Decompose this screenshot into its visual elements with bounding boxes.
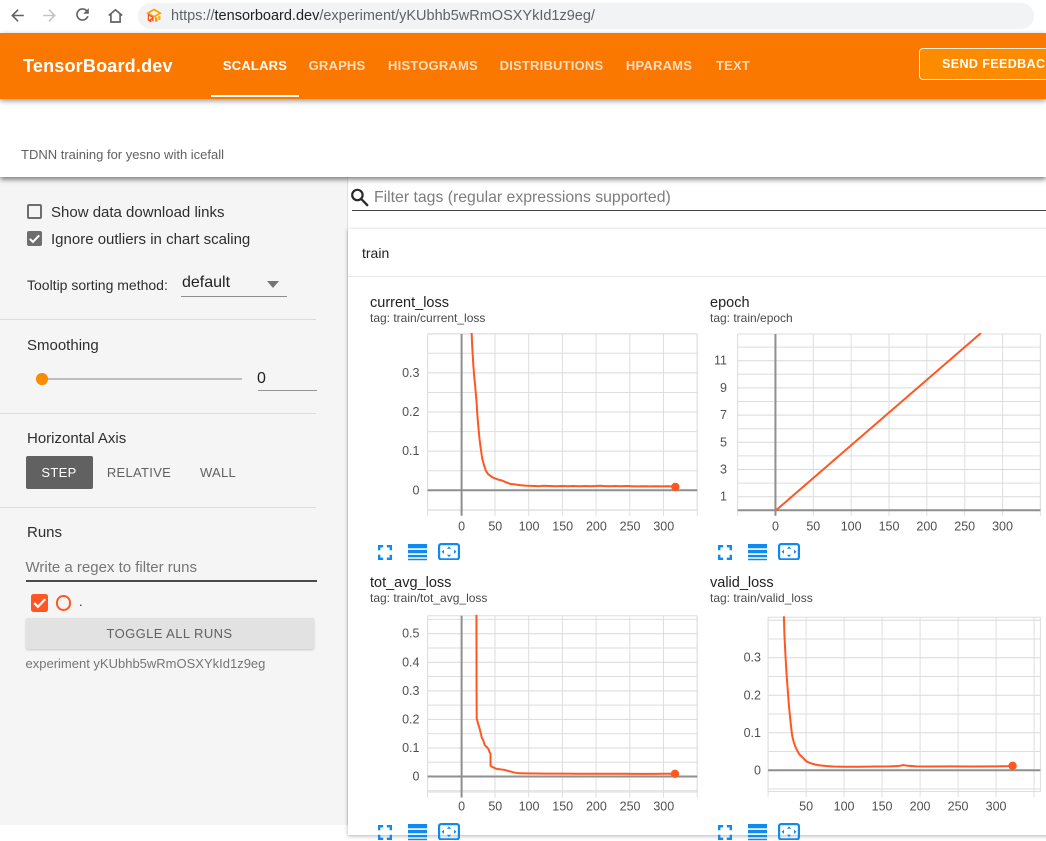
svg-text:50: 50 [799, 800, 813, 814]
svg-text:0.2: 0.2 [402, 405, 419, 419]
svg-text:0.1: 0.1 [744, 726, 761, 740]
svg-text:100: 100 [519, 519, 540, 533]
svg-text:0: 0 [413, 770, 420, 784]
svg-text:250: 250 [954, 519, 975, 533]
svg-text:200: 200 [910, 800, 931, 814]
svg-text:100: 100 [519, 800, 540, 814]
svg-text:0.2: 0.2 [402, 712, 419, 726]
svg-text:150: 150 [872, 800, 893, 814]
svg-text:0.2: 0.2 [744, 688, 761, 702]
svg-text:0: 0 [772, 519, 779, 533]
svg-text:250: 250 [620, 519, 641, 533]
svg-text:0.5: 0.5 [402, 627, 419, 641]
svg-text:0.4: 0.4 [402, 655, 419, 669]
svg-text:0: 0 [458, 800, 465, 814]
svg-text:200: 200 [916, 519, 937, 533]
svg-text:0.1: 0.1 [402, 444, 419, 458]
svg-text:5: 5 [720, 435, 727, 449]
svg-text:300: 300 [653, 800, 674, 814]
svg-text:50: 50 [488, 519, 502, 533]
svg-text:7: 7 [720, 408, 727, 422]
svg-text:0: 0 [754, 763, 761, 777]
svg-text:250: 250 [620, 800, 641, 814]
svg-text:300: 300 [992, 519, 1013, 533]
svg-text:200: 200 [586, 519, 607, 533]
svg-text:300: 300 [986, 800, 1007, 814]
svg-text:3: 3 [720, 463, 727, 477]
svg-text:0.3: 0.3 [744, 651, 761, 665]
svg-text:150: 150 [552, 800, 573, 814]
svg-text:1: 1 [720, 490, 727, 504]
svg-text:300: 300 [653, 519, 674, 533]
svg-text:150: 150 [879, 519, 900, 533]
svg-text:11: 11 [714, 354, 727, 368]
svg-text:0.3: 0.3 [402, 684, 419, 698]
svg-text:100: 100 [841, 519, 862, 533]
svg-text:0.3: 0.3 [402, 366, 419, 380]
svg-text:100: 100 [834, 800, 855, 814]
svg-text:0: 0 [413, 483, 420, 497]
svg-text:50: 50 [806, 519, 820, 533]
svg-text:9: 9 [720, 381, 727, 395]
svg-text:250: 250 [948, 800, 969, 814]
svg-text:150: 150 [552, 519, 573, 533]
svg-text:0: 0 [458, 519, 465, 533]
svg-text:200: 200 [586, 800, 607, 814]
svg-text:50: 50 [488, 800, 502, 814]
svg-text:0.1: 0.1 [402, 741, 419, 755]
